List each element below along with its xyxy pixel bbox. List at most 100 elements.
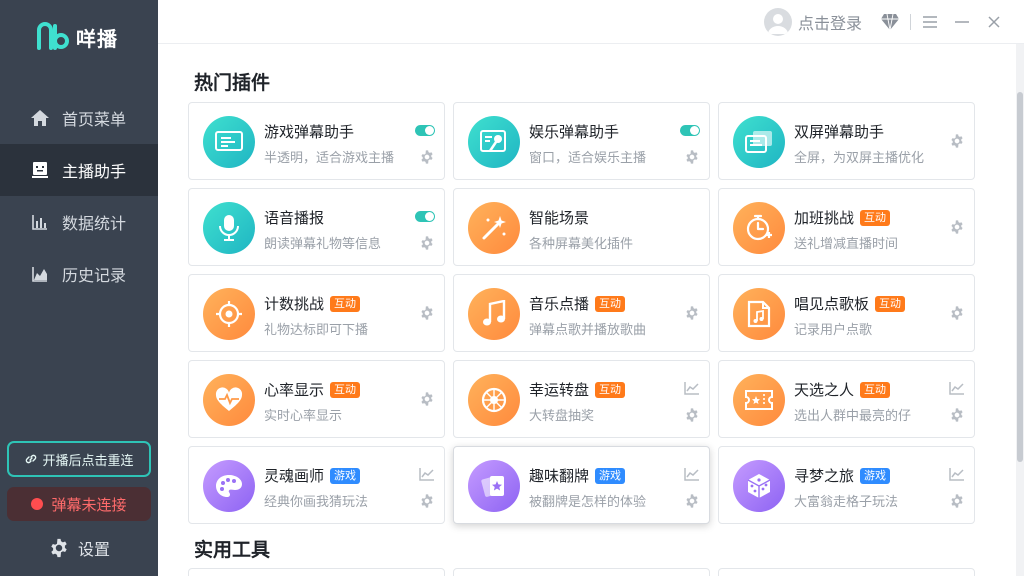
- tool-card[interactable]: [453, 568, 710, 576]
- card-desc: 礼物达标即可下播: [264, 323, 369, 338]
- brand-name: 咩播: [76, 26, 118, 51]
- plugin-card-dual-danmu[interactable]: 双屏弹幕助手 全屏，为双屏主播优化: [718, 102, 975, 180]
- plugin-card-count-challenge[interactable]: 计数挑战 互动 礼物达标即可下播: [188, 274, 445, 352]
- plugin-card-ent-danmu[interactable]: 娱乐弹幕助手 窗口，适合娱乐主播: [453, 102, 710, 180]
- card-desc: 窗口，适合娱乐主播: [529, 151, 647, 166]
- reconnect-button[interactable]: 开播后点击重连: [7, 441, 151, 477]
- login-button[interactable]: 点击登录: [764, 8, 862, 36]
- palette-icon: [203, 460, 255, 512]
- gear-icon[interactable]: [419, 391, 435, 407]
- card-desc: 半透明，适合游戏主播: [264, 151, 395, 166]
- cards-icon: [468, 460, 520, 512]
- plugin-card-song-board[interactable]: 唱见点歌板 互动 记录用户点歌: [718, 274, 975, 352]
- scrollbar[interactable]: [1016, 44, 1024, 576]
- stats-chart-icon[interactable]: [419, 467, 435, 481]
- gear-icon[interactable]: [949, 493, 965, 509]
- section-title-tools: 实用工具: [194, 539, 271, 561]
- area-chart-icon: [30, 264, 50, 284]
- plugin-card-overtime[interactable]: 加班挑战 互动 送礼增减直播时间: [718, 188, 975, 266]
- card-desc: 大转盘抽奖: [529, 409, 595, 424]
- wheel-icon: [468, 374, 520, 426]
- gear-icon[interactable]: [684, 493, 700, 509]
- stats-chart-icon[interactable]: [684, 381, 700, 395]
- interaction-badge: 互动: [860, 209, 891, 226]
- plugin-card-smart-scene[interactable]: 智能场景 各种屏幕美化插件: [453, 188, 710, 266]
- card-title: 娱乐弹幕助手: [529, 123, 620, 141]
- card-desc: 经典你画我猜玩法: [264, 495, 369, 510]
- card-title: 加班挑战 互动: [794, 207, 891, 228]
- minimize-icon[interactable]: [950, 10, 974, 34]
- plugin-card-soul-painter[interactable]: 灵魂画师 游戏 经典你画我猜玩法: [188, 446, 445, 524]
- gear-icon[interactable]: [684, 305, 700, 321]
- gear-icon[interactable]: [419, 149, 435, 165]
- plugin-card-game-danmu[interactable]: 游戏弹幕助手 半透明，适合游戏主播: [188, 102, 445, 180]
- game-badge: 游戏: [860, 467, 891, 484]
- game-badge: 游戏: [595, 467, 626, 484]
- sidebar-item-label: 数据统计: [62, 214, 127, 233]
- card-title: 心率显示 互动: [264, 379, 361, 400]
- gear-icon[interactable]: [419, 493, 435, 509]
- scrollbar-thumb[interactable]: [1017, 92, 1023, 462]
- title-bar: 点击登录: [158, 0, 1024, 44]
- plugin-card-voice[interactable]: 语音播报 朗读弹幕礼物等信息: [188, 188, 445, 266]
- gear-icon[interactable]: [949, 305, 965, 321]
- sidebar-item-home[interactable]: 首页菜单: [0, 92, 158, 144]
- menu-icon[interactable]: [918, 10, 942, 34]
- avatar: [764, 8, 792, 36]
- robot-icon: [30, 160, 50, 180]
- danmu-status-badge: 弹幕未连接: [7, 487, 151, 521]
- plugin-card-heart-rate[interactable]: 心率显示 互动 实时心率显示: [188, 360, 445, 438]
- song-sheet-icon: [733, 288, 785, 340]
- stats-chart-icon[interactable]: [684, 467, 700, 481]
- gear-icon[interactable]: [949, 219, 965, 235]
- interaction-badge: 互动: [595, 295, 626, 312]
- card-title: 寻梦之旅 游戏: [794, 465, 891, 486]
- enable-toggle[interactable]: [415, 211, 435, 222]
- sidebar-item-stats[interactable]: 数据统计: [0, 196, 158, 248]
- login-label: 点击登录: [798, 14, 863, 33]
- dual-screen-icon: [733, 116, 785, 168]
- close-icon[interactable]: [982, 10, 1006, 34]
- gear-icon[interactable]: [949, 407, 965, 423]
- gear-icon[interactable]: [949, 133, 965, 149]
- card-title: 唱见点歌板 互动: [794, 293, 906, 314]
- card-title: 智能场景: [529, 209, 590, 227]
- link-icon: [26, 454, 37, 464]
- gear-icon[interactable]: [684, 407, 700, 423]
- gear-icon[interactable]: [684, 149, 700, 165]
- card-desc: 各种屏幕美化插件: [529, 237, 634, 252]
- stats-chart-icon[interactable]: [949, 381, 965, 395]
- plugin-card-chosen-one[interactable]: 天选之人 互动 选出人群中最亮的仔: [718, 360, 975, 438]
- stats-chart-icon[interactable]: [949, 467, 965, 481]
- plugin-card-lucky-wheel[interactable]: 幸运转盘 互动 大转盘抽奖: [453, 360, 710, 438]
- card-title: 音乐点播 互动: [529, 293, 626, 314]
- target-icon: [203, 288, 255, 340]
- settings-button[interactable]: 设置: [48, 536, 110, 560]
- card-desc: 送礼增减直播时间: [794, 237, 899, 252]
- enable-toggle[interactable]: [415, 125, 435, 136]
- plugin-card-music-request[interactable]: 音乐点播 互动 弹幕点歌并播放歌曲: [453, 274, 710, 352]
- vip-diamond-icon[interactable]: [878, 10, 902, 34]
- gear-icon[interactable]: [419, 305, 435, 321]
- music-note-icon: [468, 288, 520, 340]
- card-title: 灵魂画师 游戏: [264, 465, 361, 486]
- plugin-card-card-flip[interactable]: 趣味翻牌 游戏 被翻牌是怎样的体验: [453, 446, 710, 524]
- card-desc: 朗读弹幕礼物等信息: [264, 237, 382, 252]
- tool-card[interactable]: [188, 568, 445, 576]
- section-title-hot-plugins: 热门插件: [194, 72, 271, 94]
- card-desc: 全屏，为双屏主播优化: [794, 151, 925, 166]
- sidebar-item-assistant[interactable]: 主播助手: [0, 144, 158, 196]
- danmu-status-label: 弹幕未连接: [51, 495, 127, 514]
- mic-note-icon: [468, 116, 520, 168]
- card-title: 计数挑战 互动: [264, 293, 361, 314]
- card-desc: 弹幕点歌并播放歌曲: [529, 323, 647, 338]
- bar-chart-icon: [30, 212, 50, 232]
- enable-toggle[interactable]: [680, 125, 700, 136]
- card-title: 幸运转盘 互动: [529, 379, 626, 400]
- heart-rate-icon: [203, 374, 255, 426]
- sidebar: 咩播 首页菜单 主播助手 数据统计 历史记录 开播后点击重连 弹幕未连接 设置: [0, 0, 158, 576]
- plugin-card-dream-journey[interactable]: 寻梦之旅 游戏 大富翁走格子玩法: [718, 446, 975, 524]
- tool-card[interactable]: [718, 568, 975, 576]
- gear-icon[interactable]: [419, 235, 435, 251]
- sidebar-item-history[interactable]: 历史记录: [0, 248, 158, 300]
